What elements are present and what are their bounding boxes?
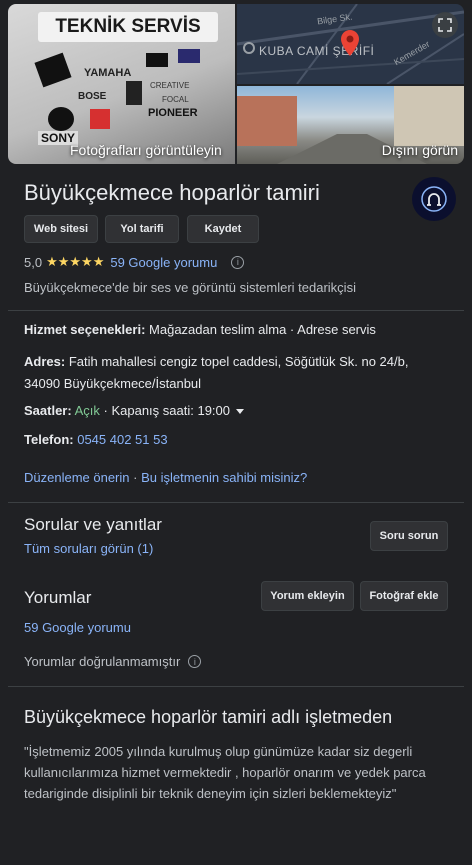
map-tile[interactable]: Bilge Sk. Kemerder KUBA CAMİ ŞERİFİ xyxy=(237,4,464,84)
map-pin-icon xyxy=(341,30,359,56)
street-view-tile[interactable]: Dışını görün xyxy=(237,86,464,164)
add-review-button[interactable]: Yorum ekleyin xyxy=(261,581,354,611)
directions-button[interactable]: Yol tarifi xyxy=(105,215,179,243)
info-icon[interactable]: i xyxy=(231,255,245,269)
services-label: Hizmet seçenekleri: xyxy=(24,322,146,337)
google-reviews-link[interactable]: 59 Google yorumu xyxy=(24,620,131,635)
hours-row[interactable]: Saatler: Açık · Kapanış saati: 19:00 xyxy=(24,403,244,418)
website-button[interactable]: Web sitesi xyxy=(24,215,98,243)
phone-link[interactable]: 0545 402 51 53 xyxy=(77,432,167,447)
street-building-right xyxy=(394,86,464,146)
business-category: Büyükçekmece'de bir ses ve görüntü siste… xyxy=(24,280,356,295)
divider xyxy=(8,502,464,503)
from-business-title: Büyükçekmece hoparlör tamiri adlı işletm… xyxy=(24,707,393,727)
brand-logo-tile xyxy=(126,81,142,105)
chevron-down-icon[interactable] xyxy=(235,409,244,415)
brand-focal: FOCAL xyxy=(162,95,189,104)
reviews-title: Yorumlar xyxy=(24,588,92,607)
view-photos-label: Fotoğrafları görüntüleyin xyxy=(70,142,222,158)
unverified-row: Yorumlar doğrulanmamıştır i xyxy=(24,654,202,669)
edit-links-separator: · xyxy=(129,470,142,485)
address-line-1[interactable]: Fatih mahallesi cengiz topel caddesi, Sö… xyxy=(69,354,409,369)
info-icon[interactable]: i xyxy=(188,655,202,668)
street-building-left xyxy=(237,96,297,146)
view-outside-label: Dışını görün xyxy=(381,142,458,158)
brand-creative: CREATIVE xyxy=(150,81,190,90)
rating-stars: ★★★★★ xyxy=(46,254,105,269)
address-label: Adres: xyxy=(24,354,66,369)
hours-close-time: Kapanış saati: 19:00 xyxy=(111,403,230,418)
map-place-icon xyxy=(243,42,255,54)
brand-bose: BOSE xyxy=(78,91,107,102)
claim-business-link[interactable]: Bu işletmenin sahibi misiniz? xyxy=(141,470,307,485)
reviews-link[interactable]: 59 Google yorumu xyxy=(110,255,217,270)
photos-tile[interactable]: TEKNİK SERVİS YAMAHA BOSE CREATIVE PIONE… xyxy=(8,4,235,164)
expand-map-button[interactable] xyxy=(432,12,458,38)
brand-logo-tile xyxy=(90,109,110,129)
title-row: Büyükçekmece hoparlör tamiri xyxy=(24,177,456,221)
brand-logos: YAMAHA BOSE CREATIVE PIONEER FOCAL SONY xyxy=(34,49,218,145)
business-name: Büyükçekmece hoparlör tamiri xyxy=(24,180,320,205)
services-value: Mağazadan teslim alma · Adrese servis xyxy=(149,322,376,337)
brand-logo-tile xyxy=(48,107,74,131)
add-photo-button[interactable]: Fotoğraf ekle xyxy=(360,581,448,611)
sign-text: TEKNİK SERVİS xyxy=(55,16,201,37)
brand-logo-tile xyxy=(178,49,200,63)
expand-icon xyxy=(438,18,452,32)
services-row: Hizmet seçenekleri: Mağazadan teslim alm… xyxy=(24,322,376,337)
qa-title: Sorular ve yanıtlar xyxy=(24,515,162,534)
ask-question-button[interactable]: Soru sorun xyxy=(370,521,448,551)
unverified-text: Yorumlar doğrulanmamıştır xyxy=(24,654,181,669)
logo-icon xyxy=(421,186,447,212)
rating-row: 5,0 ★★★★★ 59 Google yorumu i xyxy=(24,254,245,270)
sign-banner: TEKNİK SERVİS xyxy=(38,12,218,42)
hours-label: Saatler: xyxy=(24,403,72,418)
brand-yamaha: YAMAHA xyxy=(84,67,132,79)
suggest-edit-link[interactable]: Düzenleme önerin xyxy=(24,470,130,485)
phone-label: Telefon: xyxy=(24,432,74,447)
from-business-text: "İşletmemiz 2005 yılında kurulmuş olup g… xyxy=(24,744,426,801)
edit-links-row: Düzenleme önerin · Bu işletmenin sahibi … xyxy=(24,470,307,485)
knowledge-panel: TEKNİK SERVİS YAMAHA BOSE CREATIVE PIONE… xyxy=(8,0,464,865)
save-button[interactable]: Kaydet xyxy=(187,215,259,243)
brand-logo-tile xyxy=(34,52,72,88)
address-line-2[interactable]: 34090 Büyükçekmece/İstanbul xyxy=(24,376,201,391)
address-row: Adres: Fatih mahallesi cengiz topel cadd… xyxy=(24,351,454,395)
rating-value: 5,0 xyxy=(24,254,43,270)
brand-pioneer: PIONEER xyxy=(148,107,198,119)
all-questions-link[interactable]: Tüm soruları görün (1) xyxy=(24,541,153,556)
brand-logo-tile xyxy=(146,53,168,67)
phone-row: Telefon: 0545 402 51 53 xyxy=(24,432,168,447)
divider xyxy=(8,310,464,311)
business-logo[interactable] xyxy=(412,177,456,221)
hours-separator: · xyxy=(99,403,112,418)
hours-open-status: Açık xyxy=(74,403,100,418)
divider xyxy=(8,686,464,687)
